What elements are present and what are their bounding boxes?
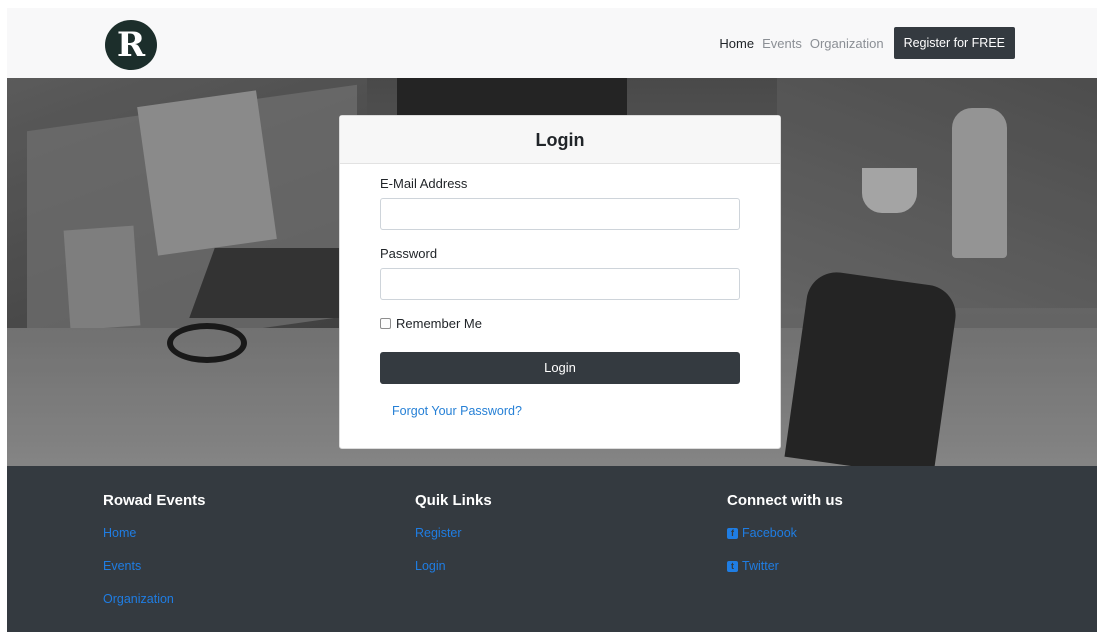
login-button[interactable]: Login [380, 352, 740, 384]
footer-col-title: Quik Links [415, 492, 492, 509]
twitter-icon: t [727, 560, 738, 572]
hero-background: Login E-Mail Address Password Remember M… [7, 78, 1097, 466]
nav-link-events[interactable]: Events [762, 36, 802, 51]
password-field[interactable] [380, 268, 740, 300]
login-card: Login E-Mail Address Password Remember M… [339, 115, 781, 449]
footer: Rowad Events Home Events Organization Qu… [7, 466, 1097, 632]
page: R Home Events Organization Register for … [7, 8, 1097, 632]
email-label: E-Mail Address [380, 176, 468, 191]
password-label: Password [380, 246, 438, 261]
footer-link-events[interactable]: Events [103, 556, 206, 576]
logo-letter: R [116, 25, 146, 65]
remember-me-checkbox[interactable] [380, 318, 391, 329]
footer-col-title: Rowad Events [103, 492, 206, 509]
facebook-icon: f [727, 527, 738, 539]
nav-link-home[interactable]: Home [719, 36, 754, 51]
forgot-password-link[interactable]: Forgot Your Password? [392, 404, 522, 418]
nav-links: Home Events Organization Register for FR… [719, 27, 1015, 59]
register-button[interactable]: Register for FREE [893, 27, 1015, 59]
footer-link-label: Twitter [742, 559, 779, 573]
footer-col-quick-links: Quik Links Register Login [415, 492, 492, 589]
footer-col-title: Connect with us [727, 492, 843, 509]
footer-link-twitter[interactable]: t Twitter [727, 556, 843, 576]
footer-link-register[interactable]: Register [415, 523, 492, 543]
remember-me-label: Remember Me [396, 316, 482, 331]
footer-col-connect: Connect with us f Facebook t Twitter [727, 492, 843, 589]
footer-link-login[interactable]: Login [415, 556, 492, 576]
email-field[interactable] [380, 198, 740, 230]
brand-logo[interactable]: R [105, 20, 157, 70]
remember-me: Remember Me [380, 316, 482, 331]
navbar: R Home Events Organization Register for … [7, 8, 1097, 78]
footer-link-facebook[interactable]: f Facebook [727, 523, 843, 543]
footer-col-rowad-events: Rowad Events Home Events Organization [103, 492, 206, 622]
login-title: Login [340, 116, 780, 164]
footer-link-label: Facebook [742, 526, 797, 540]
nav-link-organization[interactable]: Organization [810, 36, 884, 51]
footer-link-organization[interactable]: Organization [103, 589, 206, 609]
footer-link-home[interactable]: Home [103, 523, 206, 543]
